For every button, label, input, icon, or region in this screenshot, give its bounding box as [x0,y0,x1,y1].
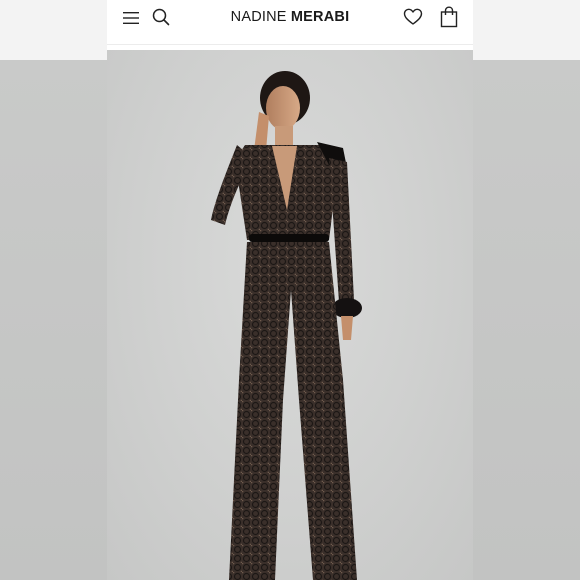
brand-first-name: NADINE [230,9,287,25]
site-header: NADINE MERABI [107,0,473,45]
brand-logo[interactable]: NADINE MERABI [207,9,373,25]
model-in-jumpsuit-illustration [211,71,362,580]
shopping-bag-icon[interactable] [440,6,458,28]
heart-icon[interactable] [403,7,423,27]
hamburger-menu-icon[interactable] [123,11,139,25]
app-screen: NADINE MERABI [107,0,473,580]
product-hero-image [107,50,473,580]
search-icon[interactable] [152,8,170,26]
brand-last-name: MERABI [290,9,350,25]
